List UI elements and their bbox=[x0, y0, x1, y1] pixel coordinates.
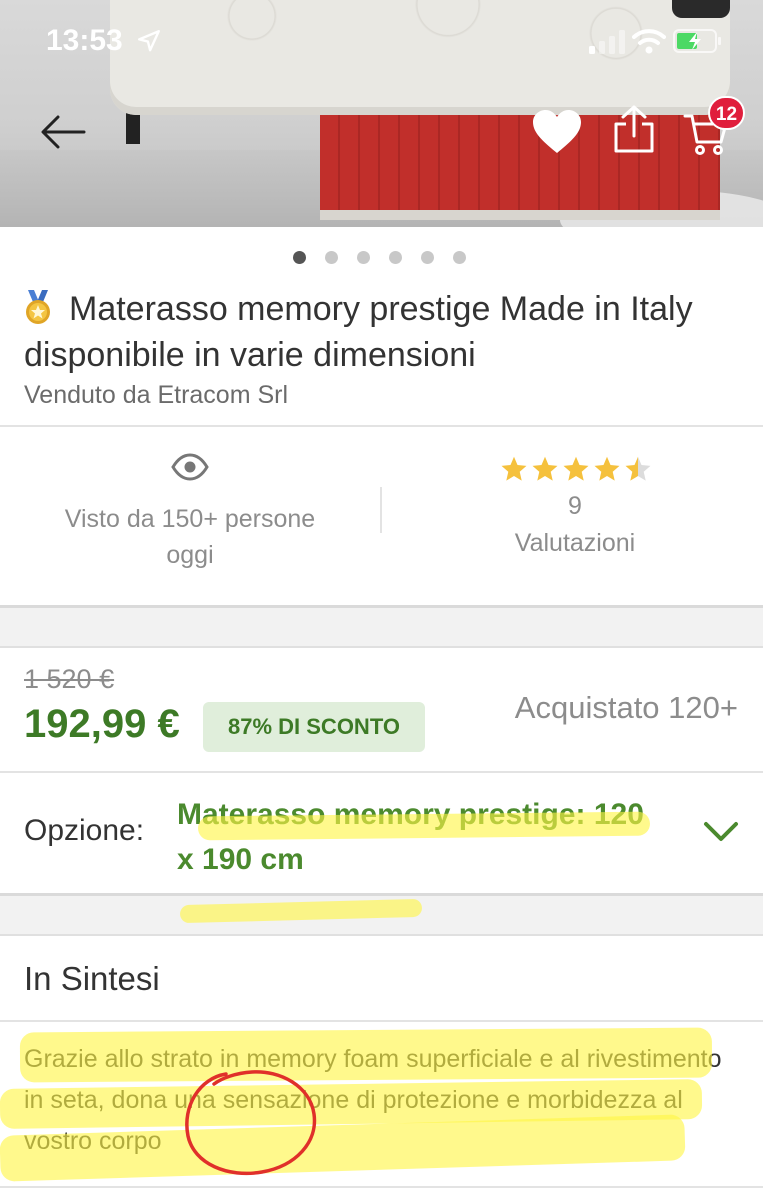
back-arrow-icon[interactable] bbox=[38, 112, 88, 152]
carousel-dots[interactable] bbox=[293, 251, 466, 264]
divider bbox=[0, 1020, 763, 1022]
rating-stars[interactable] bbox=[500, 455, 652, 483]
carousel-dot[interactable] bbox=[453, 251, 466, 264]
divider bbox=[0, 425, 763, 427]
product-image[interactable]: 13:53 12 bbox=[0, 0, 763, 227]
star-half-icon bbox=[625, 456, 651, 481]
purchase-count: Acquistato 120+ bbox=[514, 690, 738, 725]
share-icon[interactable] bbox=[612, 104, 656, 154]
carousel-dot[interactable] bbox=[325, 251, 338, 264]
rating-count: 9 bbox=[568, 492, 582, 520]
status-bar: 13:53 bbox=[0, 0, 763, 80]
wifi-icon bbox=[632, 29, 666, 54]
current-price: 192,99 € bbox=[24, 702, 180, 746]
summary-title: In Sintesi bbox=[24, 960, 160, 997]
summary-text: Grazie allo strato in memory foam superf… bbox=[24, 1045, 722, 1155]
divider bbox=[0, 1186, 763, 1188]
eye-icon bbox=[171, 453, 209, 481]
old-price: 1 520 € bbox=[24, 664, 115, 694]
divider bbox=[0, 771, 763, 773]
location-arrow-icon bbox=[138, 30, 160, 52]
battery-icon bbox=[673, 29, 721, 53]
seller-link[interactable]: Venduto da Etracom Srl bbox=[24, 381, 288, 410]
section-separator bbox=[0, 605, 763, 648]
stats-divider bbox=[380, 487, 382, 533]
status-time: 13:53 bbox=[46, 24, 123, 57]
star-full-icon bbox=[532, 456, 558, 481]
rating-label[interactable]: Valutazioni bbox=[480, 529, 670, 558]
cart-count-badge[interactable]: 12 bbox=[708, 96, 745, 130]
carousel-dot[interactable] bbox=[293, 251, 306, 264]
carousel-dot[interactable] bbox=[357, 251, 370, 264]
star-full-icon bbox=[594, 456, 620, 481]
carousel-dot[interactable] bbox=[421, 251, 434, 264]
heart-icon[interactable] bbox=[531, 108, 583, 156]
chevron-down-icon[interactable] bbox=[703, 820, 739, 844]
star-full-icon bbox=[563, 456, 589, 481]
option-value[interactable]: Materasso memory prestige: 120 x 190 cm bbox=[177, 792, 667, 882]
section-separator bbox=[0, 893, 763, 936]
signal-icon bbox=[589, 30, 625, 54]
views-count: Visto da 150+ persone oggi bbox=[64, 505, 316, 569]
discount-badge: 87% DI SCONTO bbox=[203, 702, 425, 752]
product-title: Materasso memory prestige Made in Italy … bbox=[24, 290, 693, 374]
carousel-dot[interactable] bbox=[389, 251, 402, 264]
star-full-icon bbox=[501, 456, 527, 481]
option-label: Opzione: bbox=[24, 814, 145, 847]
